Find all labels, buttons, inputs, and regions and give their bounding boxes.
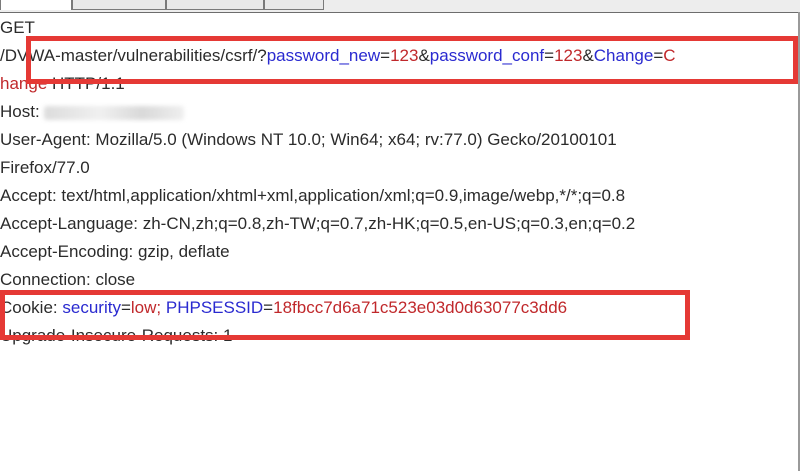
url-highlight-box xyxy=(26,36,798,84)
accept-language-header: Accept-Language: zh-CN,zh;q=0.8,zh-TW;q=… xyxy=(0,214,636,233)
accept-encoding-header: Accept-Encoding: gzip, deflate xyxy=(0,242,230,261)
http-method: GET xyxy=(0,18,35,37)
host-value-redacted xyxy=(44,105,185,120)
user-agent-header: User-Agent: Mozilla/5.0 (Windows NT 10.0… xyxy=(0,130,617,149)
tab-params[interactable] xyxy=(72,0,166,10)
tab-hex[interactable] xyxy=(264,0,324,10)
user-agent-header-wrap: Firefox/77.0 xyxy=(0,158,90,177)
tab-strip xyxy=(0,0,800,13)
cookie-highlight-box xyxy=(0,290,690,340)
raw-request-editor[interactable]: GET /DVWA-master/vulnerabilities/csrf/?p… xyxy=(0,0,800,471)
host-header: Host: xyxy=(0,98,185,126)
accept-header: Accept: text/html,application/xhtml+xml,… xyxy=(0,186,626,205)
tab-headers[interactable] xyxy=(166,0,264,10)
tab-raw[interactable] xyxy=(0,0,72,10)
